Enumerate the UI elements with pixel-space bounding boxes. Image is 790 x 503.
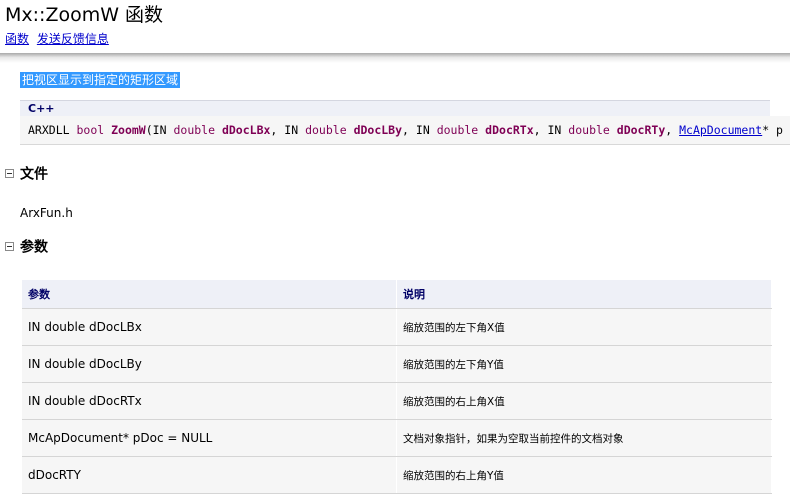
return-type: bool bbox=[76, 123, 105, 137]
description-cell: 缩放范围的右上角Y值 bbox=[396, 456, 772, 494]
param-cell: dDocRTY bbox=[22, 456, 397, 494]
table-row: IN double dDocLBx 缩放范围的左下角X值 bbox=[22, 308, 772, 346]
double-keyword-1: double bbox=[173, 123, 216, 137]
mcapdocument-link[interactable]: McApDocument bbox=[679, 123, 762, 137]
in-keyword-2: IN bbox=[284, 123, 299, 137]
double-keyword-3: double bbox=[436, 123, 479, 137]
description-cell: 缩放范围的左下角X值 bbox=[396, 308, 772, 346]
description-cell: 缩放范围的右上角X值 bbox=[396, 382, 772, 420]
param-name-4: dDocRTy bbox=[616, 123, 666, 137]
collapse-icon[interactable] bbox=[5, 169, 14, 178]
header-divider bbox=[0, 53, 790, 63]
section-file-title: 文件 bbox=[20, 166, 48, 183]
param-name-3: dDocRTx bbox=[485, 123, 534, 137]
in-keyword-4: IN bbox=[547, 123, 562, 137]
table-header-row: 参数 说明 bbox=[22, 280, 772, 309]
table-row: McApDocument* pDoc = NULL 文档对象指针，如果为空取当前… bbox=[22, 419, 772, 457]
code-language-label: C++ bbox=[28, 102, 55, 115]
summary-text: 把视区显示到指定的矩形区域 bbox=[20, 72, 181, 88]
param-cell: IN double dDocLBy bbox=[22, 345, 397, 383]
collapse-icon[interactable] bbox=[5, 242, 14, 251]
code-block: ARXDLL bool ZoomW(IN double dDocLBx, IN … bbox=[20, 116, 790, 145]
column-header-description: 说明 bbox=[396, 280, 772, 309]
send-feedback-link[interactable]: 发送反馈信息 bbox=[37, 32, 109, 46]
description-cell: 缩放范围的左下角Y值 bbox=[396, 345, 772, 383]
param-cell: IN double dDocLBx bbox=[22, 308, 397, 346]
double-keyword-2: double bbox=[305, 123, 347, 137]
top-navigation: 函数 发送反馈信息 bbox=[5, 31, 113, 47]
separator-3: , bbox=[533, 123, 548, 137]
separator-1: , bbox=[270, 123, 285, 137]
param-name-2: dDocLBy bbox=[353, 123, 403, 137]
column-header-param: 参数 bbox=[22, 280, 397, 309]
param-cell: IN double dDocRTx bbox=[22, 382, 397, 420]
param-cell: McApDocument* pDoc = NULL bbox=[22, 419, 397, 457]
signature-rest: * p bbox=[762, 123, 783, 137]
page-title: Mx::ZoomW 函数 bbox=[5, 4, 164, 26]
functions-link[interactable]: 函数 bbox=[5, 32, 29, 46]
double-keyword-4: double bbox=[568, 123, 610, 137]
description-cell: 文档对象指针，如果为空取当前控件的文档对象 bbox=[396, 419, 772, 457]
table-row: IN double dDocLBy 缩放范围的左下角Y值 bbox=[22, 345, 772, 383]
separator-4: , bbox=[665, 123, 680, 137]
file-name: ArxFun.h bbox=[20, 206, 73, 220]
in-keyword-1: IN bbox=[152, 123, 167, 137]
in-keyword-3: IN bbox=[415, 123, 430, 137]
section-params-header: 参数 bbox=[5, 237, 48, 257]
function-signature: ARXDLL bool ZoomW(IN double dDocLBx, IN … bbox=[28, 122, 783, 138]
section-file-header: 文件 bbox=[5, 164, 48, 184]
signature-prefix: ARXDLL bbox=[28, 123, 77, 137]
separator-2: , bbox=[402, 123, 416, 137]
section-params-title: 参数 bbox=[20, 239, 48, 256]
function-name: ZoomW bbox=[111, 123, 146, 137]
table-row: IN double dDocRTx 缩放范围的右上角X值 bbox=[22, 382, 772, 420]
open-paren: ( bbox=[145, 123, 153, 137]
parameter-table: 参数 说明 IN double dDocLBx 缩放范围的左下角X值 IN do… bbox=[22, 280, 772, 494]
param-name-1: dDocLBx bbox=[221, 123, 271, 137]
table-row: dDocRTY 缩放范围的右上角Y值 bbox=[22, 456, 772, 494]
code-language-tab: C++ bbox=[20, 100, 770, 116]
